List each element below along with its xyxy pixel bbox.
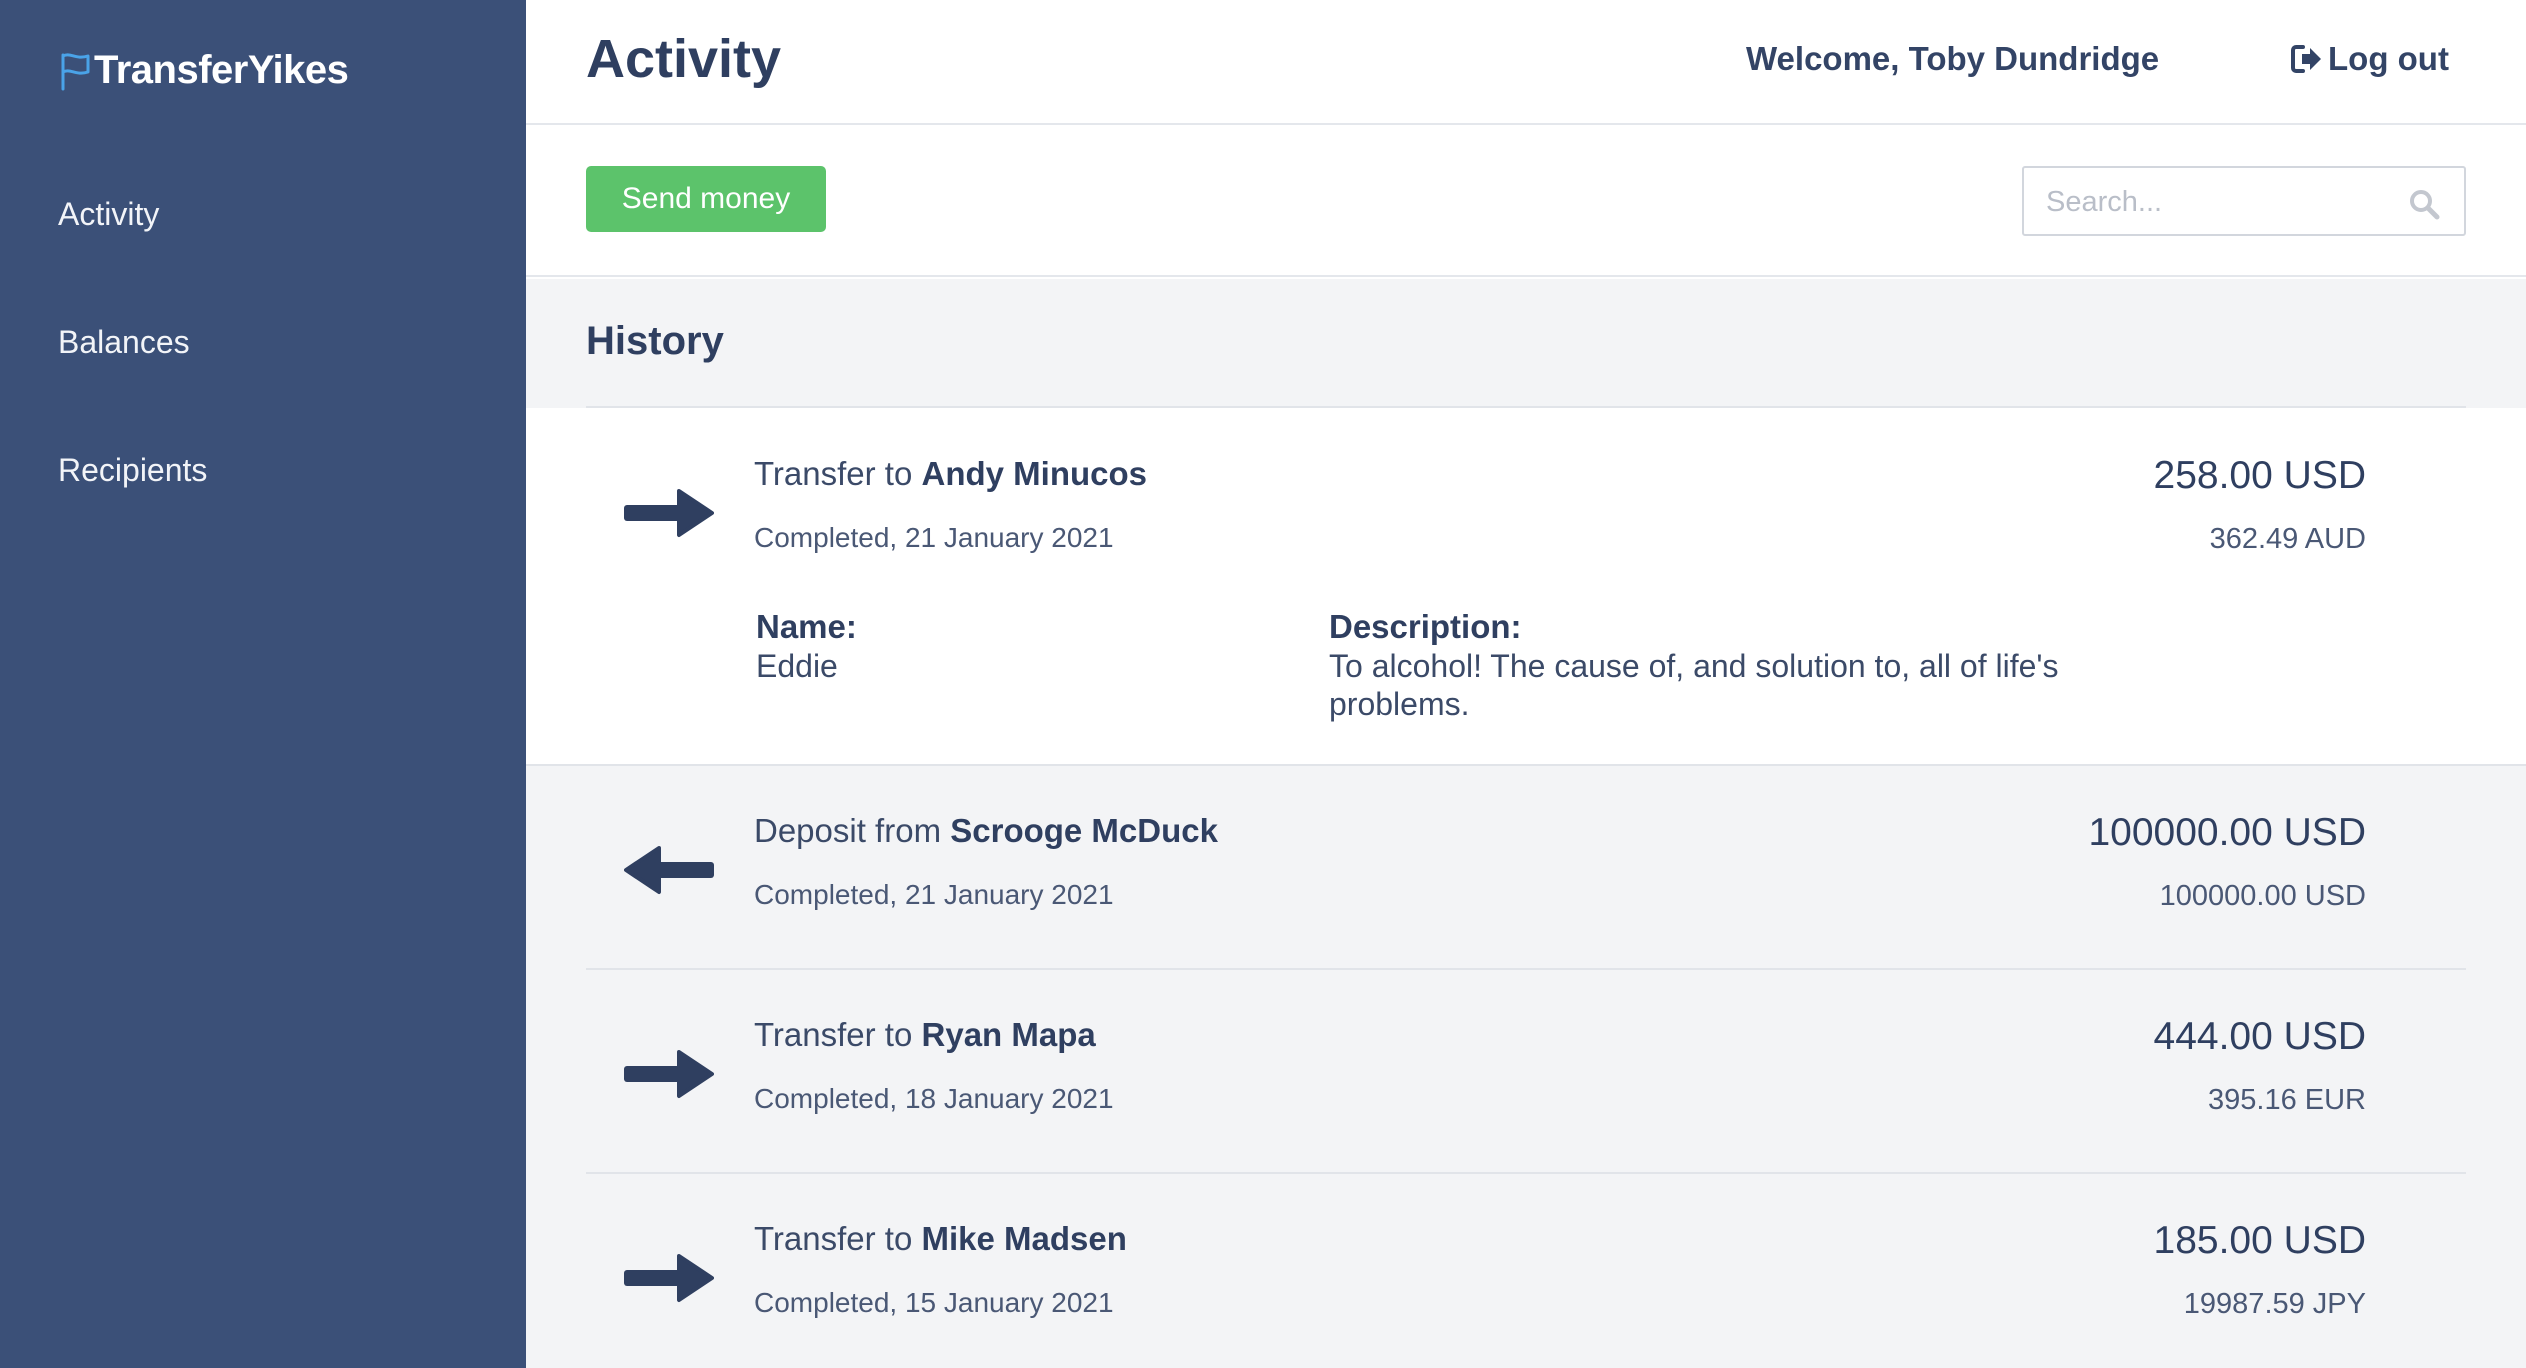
transaction-row[interactable]: Transfer to Andy Minucos Completed, 21 J…	[526, 408, 2526, 766]
transaction-title: Transfer to Andy Minucos	[754, 455, 1147, 493]
name-label: Name:	[756, 608, 857, 645]
history-panel: History Transfer to Andy Minucos Complet…	[526, 279, 2526, 1368]
transaction-status: Completed, 21 January 2021	[754, 522, 1114, 553]
sidebar-item-activity[interactable]: Activity	[58, 196, 159, 233]
send-money-button[interactable]: Send money	[586, 166, 826, 232]
brand-name: TransferYikes	[94, 48, 349, 92]
transaction-title: Transfer to Mike Madsen	[754, 1220, 1127, 1258]
transaction-status: Completed, 15 January 2021	[754, 1287, 1114, 1318]
transaction-title: Transfer to Ryan Mapa	[754, 1016, 1096, 1054]
top-header: Activity Welcome, Toby Dundridge Log out	[526, 0, 2526, 125]
transaction-prefix: Transfer to	[754, 1016, 913, 1053]
transaction-title: Deposit from Scrooge McDuck	[754, 812, 1218, 850]
search-box[interactable]	[2022, 166, 2466, 236]
transaction-party: Mike Madsen	[921, 1220, 1127, 1257]
description-label: Description:	[1329, 608, 1522, 645]
transaction-converted-amount: 19987.59 JPY	[2183, 1288, 2366, 1320]
transaction-converted-amount: 395.16 EUR	[2208, 1084, 2366, 1116]
sidebar-item-balances[interactable]: Balances	[58, 324, 190, 361]
brand-logo[interactable]: TransferYikes	[58, 48, 349, 93]
arrow-right-icon	[624, 1050, 714, 1098]
transaction-status: Completed, 21 January 2021	[754, 879, 1114, 910]
logout-button[interactable]: Log out	[2290, 40, 2449, 78]
transaction-converted-amount: 362.49 AUD	[2209, 523, 2366, 555]
name-value: Eddie	[756, 648, 838, 684]
transaction-party: Ryan Mapa	[921, 1016, 1096, 1053]
transaction-prefix: Transfer to	[754, 455, 913, 492]
welcome-message: Welcome, Toby Dundridge	[1746, 40, 2160, 77]
sidebar: TransferYikes Activity Balances Recipien…	[0, 0, 526, 1368]
logout-label: Log out	[2328, 40, 2449, 77]
transaction-row[interactable]: Deposit from Scrooge McDuck Completed, 2…	[526, 766, 2526, 970]
transaction-row[interactable]: Transfer to Ryan Mapa Completed, 18 Janu…	[526, 970, 2526, 1174]
transaction-amount: 100000.00 USD	[2088, 811, 2366, 854]
toolbar: Send money	[526, 127, 2526, 277]
transaction-party: Andy Minucos	[921, 455, 1148, 492]
page-title: Activity	[586, 29, 782, 89]
history-title: History	[586, 319, 724, 363]
transaction-row[interactable]: Transfer to Mike Madsen Completed, 15 Ja…	[526, 1174, 2526, 1368]
transaction-party: Scrooge McDuck	[950, 812, 1218, 849]
transaction-prefix: Deposit from	[754, 812, 942, 849]
arrow-left-icon	[624, 846, 714, 894]
description-value: To alcohol! The cause of, and solution t…	[1329, 648, 2059, 722]
transaction-amount: 185.00 USD	[2153, 1219, 2366, 1262]
transaction-amount: 258.00 USD	[2153, 454, 2366, 497]
transaction-status: Completed, 18 January 2021	[754, 1083, 1114, 1114]
search-input[interactable]	[2044, 180, 2404, 224]
sign-out-icon	[2291, 45, 2321, 73]
transaction-prefix: Transfer to	[754, 1220, 913, 1257]
arrow-right-icon	[624, 489, 714, 537]
transaction-converted-amount: 100000.00 USD	[2159, 880, 2366, 912]
transaction-amount: 444.00 USD	[2153, 1015, 2366, 1058]
search-icon[interactable]	[2408, 188, 2440, 220]
flag-icon	[61, 52, 90, 90]
sidebar-item-recipients[interactable]: Recipients	[58, 452, 207, 489]
arrow-right-icon	[624, 1254, 714, 1302]
